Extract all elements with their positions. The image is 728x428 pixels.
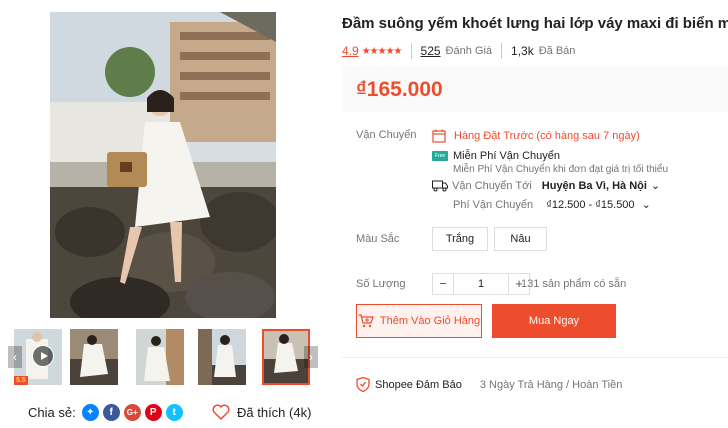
thumbnail-image[interactable] [198,329,246,385]
shipping-fee-label: Phí Vận Chuyển [453,199,534,211]
ship-to-row: Vận Chuyển Tới Huyện Ba Vì, Hà Nội ⌄ [432,179,660,192]
guarantee-label: Shopee Đảm Bảo [375,378,462,391]
thumbnail-image[interactable] [136,329,184,385]
free-shipping-info: Free Miễn Phí Vận Chuyển Miễn Phí Vận Ch… [432,150,668,175]
divider [410,43,412,59]
free-shipping-icon: Free [432,151,448,161]
shopee-guarantee[interactable]: Shopee Đảm Bảo 3 Ngày Trả Hàng / Hoàn Ti… [356,377,622,392]
color-option-nau[interactable]: Nâu [494,227,547,251]
price-box: ₫165.000 [342,66,728,112]
star-rating-icon: ★★★★★ [361,45,403,57]
share-label: Chia sẻ: [28,405,76,420]
chevron-down-icon[interactable]: ⌄ [651,179,660,192]
add-to-cart-button[interactable]: Thêm Vào Giỏ Hàng [356,304,482,338]
quantity-label: Số Lượng [356,278,406,290]
color-option-trang[interactable]: Trắng [432,227,488,251]
prev-arrow-icon[interactable]: ‹ [8,346,22,368]
add-to-cart-label: Thêm Vào Giỏ Hàng [379,315,481,327]
shipping-label: Vận Chuyển [356,129,417,141]
shipping-fee-value[interactable]: ₫12.500 - ₫15.500 [546,199,634,211]
cart-icon [358,314,374,328]
thumbnail-strip: 5.5 ‹ › [8,329,320,387]
sale-tag: 5.5 [14,376,28,385]
reviews-label: Đánh Giá [445,45,493,57]
google-plus-icon[interactable]: G+ [123,404,141,421]
heart-icon [212,404,230,420]
preorder-notice: Hàng Đặt Trước (có hàng sau 7 ngày) [432,129,640,143]
favorite-label: Đã thích (4k) [237,404,312,420]
free-shipping-desc: Miễn Phí Vận Chuyển khi đơn đạt giá trị … [453,164,669,175]
divider [501,43,503,59]
color-label: Màu Sắc [356,233,400,245]
twitter-icon[interactable]: t [165,404,183,421]
share-row: Chia sẻ: ✦ f G+ P t [28,404,187,421]
next-arrow-icon[interactable]: › [304,346,318,368]
messenger-icon[interactable]: ✦ [81,404,99,421]
ship-to-location[interactable]: Huyện Ba Vì, Hà Nội [542,180,647,192]
main-product-image[interactable] [50,12,276,318]
guarantee-text: 3 Ngày Trả Hàng / Hoàn Tiền [479,378,623,391]
calendar-icon [432,129,446,143]
quantity-input[interactable]: 1 [454,273,508,295]
truck-icon [432,180,448,191]
free-shipping-title: Miễn Phí Vận Chuyển [453,150,561,162]
quantity-stepper: − 1 + [432,273,530,295]
rating-value[interactable]: 4.9 [342,44,359,58]
divider [342,357,728,358]
thumbnail-image-selected[interactable] [262,329,310,385]
buy-now-button[interactable]: Mua Ngay [492,304,616,338]
shipping-fee-row: Phí Vận Chuyển ₫12.500 - ₫15.500 ⌄ [453,198,651,211]
reviews-count[interactable]: 525 [421,44,441,58]
decrease-button[interactable]: − [432,273,454,295]
chevron-down-icon[interactable]: ⌄ [642,199,651,211]
favorite-button[interactable]: Đã thích (4k) [212,404,311,420]
shield-icon [356,377,370,392]
ship-to-label: Vận Chuyển Tới [452,179,532,192]
pinterest-icon[interactable]: P [144,404,162,421]
rating-row: 4.9 ★★★★★ 525 Đánh Giá 1,3k Đã Bán [342,43,575,59]
sold-count: 1,3k [511,44,534,58]
preorder-text: Hàng Đặt Trước (có hàng sau 7 ngày) [454,130,640,142]
product-price: ₫165.000 [356,78,443,101]
thumbnail-image[interactable] [70,329,118,385]
play-icon [32,345,54,367]
facebook-icon[interactable]: f [102,404,120,421]
sold-label: Đã Bán [538,45,576,57]
stock-available: 131 sản phẩm có sẵn [521,278,627,290]
product-title: Đầm suông yếm khoét lưng hai lớp váy max… [342,15,728,32]
